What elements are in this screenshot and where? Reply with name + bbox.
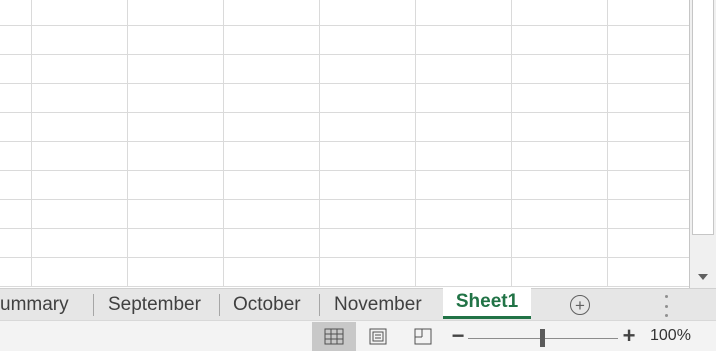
sheet-tab-label: October: [233, 294, 301, 315]
vertical-scrollbar[interactable]: [689, 0, 716, 290]
status-bar: − + 100%: [0, 320, 716, 351]
row-gridline: [0, 170, 689, 171]
page-break-preview-icon: [414, 328, 432, 345]
dot: [664, 314, 668, 317]
plus-icon: +: [622, 323, 636, 348]
sheet-tab-label: Sheet1: [455, 291, 519, 312]
row-gridline: [0, 228, 689, 229]
dot: [664, 295, 668, 298]
tab-split-handle[interactable]: [662, 295, 670, 317]
zoom-level[interactable]: 100%: [650, 327, 691, 345]
minus-icon: −: [451, 323, 465, 348]
tab-divider: [319, 294, 320, 316]
normal-view-icon: [324, 328, 344, 345]
sheet-tab-label: September: [108, 294, 201, 315]
worksheet-grid[interactable]: [0, 0, 689, 287]
vertical-scrollbar-thumb[interactable]: [692, 0, 714, 235]
column-gridline: [127, 0, 128, 287]
row-gridline: [0, 141, 689, 142]
zoom-slider-thumb[interactable]: [540, 329, 545, 347]
sheet-tab-sheet1[interactable]: Sheet1: [443, 288, 531, 319]
new-sheet-button[interactable]: +: [570, 295, 590, 315]
arrow-down-icon: [698, 274, 708, 280]
column-gridline: [319, 0, 320, 287]
column-gridline: [511, 0, 512, 287]
sheet-tab-label: ummary: [0, 294, 69, 315]
zoom-out-button[interactable]: −: [448, 323, 468, 348]
row-gridline: [0, 286, 689, 287]
sheet-tab-label: November: [334, 294, 422, 315]
normal-view-button[interactable]: [312, 322, 356, 351]
page-break-preview-button[interactable]: [401, 322, 445, 351]
page-layout-icon: [369, 328, 387, 345]
tab-divider: [219, 294, 220, 316]
sheet-tab-september[interactable]: September: [108, 291, 201, 319]
sheet-tab-summary[interactable]: ummary: [0, 291, 69, 319]
page-layout-button[interactable]: [356, 322, 400, 351]
row-gridline: [0, 112, 689, 113]
column-gridline: [607, 0, 608, 287]
row-gridline: [0, 83, 689, 84]
column-gridline: [223, 0, 224, 287]
plus-circle-icon: +: [575, 295, 585, 315]
scroll-down-button[interactable]: [690, 266, 716, 288]
dot: [664, 304, 668, 308]
row-gridline: [0, 199, 689, 200]
sheet-tab-october[interactable]: October: [233, 291, 301, 319]
sheet-tab-november[interactable]: November: [334, 291, 422, 319]
row-gridline: [0, 257, 689, 258]
zoom-in-button[interactable]: +: [619, 323, 639, 348]
column-gridline: [415, 0, 416, 287]
row-gridline: [0, 54, 689, 55]
row-gridline: [0, 25, 689, 26]
tab-divider: [93, 294, 94, 316]
sheet-tab-bar: ummary September October November Sheet1…: [0, 288, 716, 320]
column-gridline: [31, 0, 32, 287]
